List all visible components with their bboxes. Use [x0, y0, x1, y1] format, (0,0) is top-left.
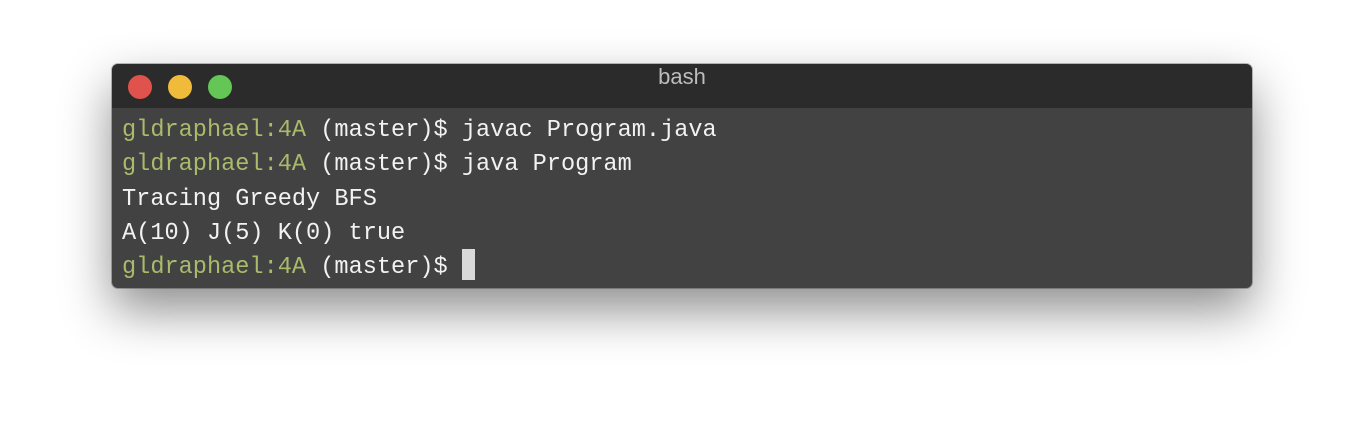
- command-text: java Program: [461, 151, 632, 179]
- prompt-dir: 4A: [277, 254, 307, 282]
- terminal-content[interactable]: gldraphael:4A (master)$ javac Program.ja…: [112, 108, 1252, 285]
- prompt-dir: 4A: [277, 117, 307, 144]
- output-line: A(10) J(5) K(0) true: [122, 219, 406, 247]
- prompt-dir: 4A: [277, 151, 307, 179]
- prompt-sep: :: [263, 254, 278, 282]
- prompt-branch: (master)$: [306, 117, 462, 144]
- command-text: javac Program.java: [461, 117, 717, 144]
- prompt-user: gldraphael: [122, 151, 264, 179]
- prompt-user: gldraphael: [122, 254, 264, 282]
- prompt-sep: :: [263, 117, 278, 144]
- prompt-line: gldraphael:4A (master)$ java Program: [122, 148, 1252, 182]
- prompt-user: gldraphael: [122, 117, 264, 144]
- prompt-line: gldraphael:4A (master)$: [122, 249, 1252, 285]
- prompt-sep: :: [263, 151, 278, 179]
- prompt-branch: (master)$: [306, 254, 462, 282]
- terminal-window: bash gldraphael:4A (master)$ javac Progr…: [112, 64, 1252, 288]
- title-bar: bash: [112, 64, 1252, 108]
- output-line: Tracing Greedy BFS: [122, 185, 377, 213]
- window-title: bash: [658, 64, 706, 89]
- prompt-branch: (master)$: [306, 151, 462, 179]
- cursor: [461, 249, 475, 281]
- prompt-line: gldraphael:4A (master)$ javac Program.ja…: [122, 114, 1252, 148]
